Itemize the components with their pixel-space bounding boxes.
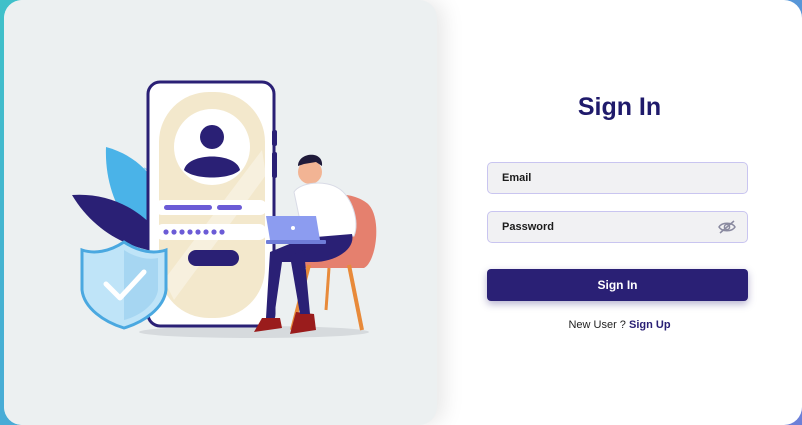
page-title: Sign In	[577, 93, 662, 121]
email-field-wrapper	[487, 162, 748, 194]
sign-up-link[interactable]: Sign Up	[629, 319, 671, 331]
signup-prompt: New User ? Sign Up	[437, 319, 802, 331]
password-field-wrapper	[487, 211, 748, 243]
eye-slash-icon[interactable]	[717, 219, 737, 235]
signin-form: Sign In Sign In New User ? Sign Up	[437, 0, 802, 425]
login-card: Sign In Sign In New User ? Sign Up	[4, 0, 802, 425]
sign-in-button[interactable]: Sign In	[487, 269, 748, 301]
password-field[interactable]	[488, 212, 747, 242]
login-illustration	[72, 80, 377, 338]
illustration-panel	[4, 0, 437, 425]
new-user-text: New User ?	[568, 319, 629, 331]
email-field[interactable]	[488, 163, 747, 193]
